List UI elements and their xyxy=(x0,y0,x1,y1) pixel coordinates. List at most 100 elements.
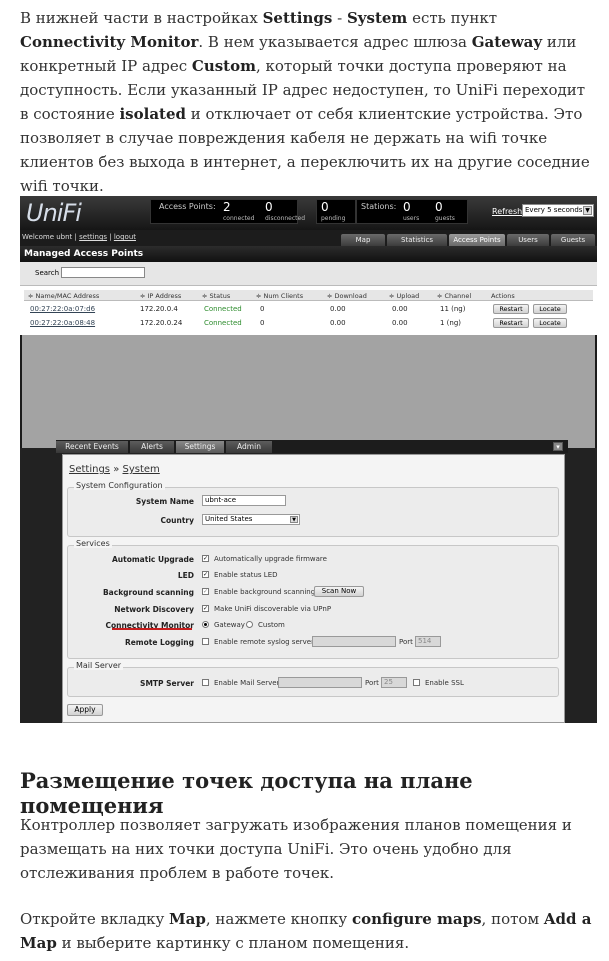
tab-statistics[interactable]: Statistics xyxy=(387,234,447,246)
guests-count: 0 xyxy=(435,200,443,214)
remote-logging-text: Enable remote syslog server xyxy=(214,638,314,646)
country-label: Country xyxy=(160,516,194,525)
scan-now-button[interactable]: Scan Now xyxy=(314,586,364,597)
breadcrumb-separator: » xyxy=(110,464,123,475)
col-upload[interactable]: ≑ Upload xyxy=(389,292,419,300)
restart-button[interactable]: Restart xyxy=(493,304,529,314)
restart-button[interactable]: Restart xyxy=(493,318,529,328)
ssl-checkbox[interactable] xyxy=(413,679,420,686)
refresh-interval-value: Every 5 seconds xyxy=(525,206,583,214)
breadcrumb-settings[interactable]: Settings xyxy=(69,464,110,475)
access-points-table: ≑ Name/MAC Address ≑ IP Address ≑ Status… xyxy=(24,290,593,335)
ap-mac-link[interactable]: 00:27:22:0a:08:48 xyxy=(30,319,95,327)
search-label: Search xyxy=(35,269,60,277)
nav-bar: Welcome ubnt | settings | logout Map Sta… xyxy=(20,230,597,246)
tab-map[interactable]: Map xyxy=(341,234,385,246)
system-configuration-title: System Configuration xyxy=(74,481,165,490)
remote-logging-label: Remote Logging xyxy=(124,638,194,647)
automatic-upgrade-label: Automatic Upgrade xyxy=(111,555,194,564)
ap-ip: 172.20.0.4 xyxy=(140,305,178,313)
ap-status: Connected xyxy=(204,305,242,313)
led-checkbox[interactable]: ✓ xyxy=(202,571,209,578)
tab-settings[interactable]: Settings xyxy=(176,441,224,453)
search-bar: Search xyxy=(20,262,597,286)
ap-download: 0.00 xyxy=(330,305,346,313)
background-scanning-text: Enable background scanning xyxy=(214,588,316,596)
chevron-down-icon: ▼ xyxy=(290,516,298,523)
background-scanning-checkbox[interactable]: ✓ xyxy=(202,588,209,595)
syslog-server-input[interactable] xyxy=(312,636,396,647)
access-points-stats: Access Points: 2 connected 0 disconnecte… xyxy=(150,199,305,224)
automatic-upgrade-text: Automatically upgrade firmware xyxy=(214,555,327,563)
system-configuration-group: System Configuration System Name ubnt-ac… xyxy=(67,481,559,537)
ap-upload: 0.00 xyxy=(392,305,408,313)
disconnected-label: disconnected xyxy=(265,215,306,222)
gateway-radio-label: Gateway xyxy=(214,621,245,629)
col-download[interactable]: ≑ Download xyxy=(327,292,367,300)
smtp-server-label: SMTP Server xyxy=(140,679,194,688)
tab-admin[interactable]: Admin xyxy=(226,441,272,453)
pending-label: pending xyxy=(321,215,346,222)
smtp-server-checkbox[interactable] xyxy=(202,679,209,686)
connectivity-monitor-highlight xyxy=(112,628,192,630)
refresh-interval-select[interactable]: Every 5 seconds ▼ xyxy=(522,204,594,217)
custom-radio-label: Custom xyxy=(258,621,285,629)
managed-ap-title: Managed Access Points xyxy=(24,249,144,259)
logout-link[interactable]: logout xyxy=(114,233,136,241)
search-input[interactable] xyxy=(61,267,145,278)
stations-label: Stations: xyxy=(361,202,397,211)
remote-logging-checkbox[interactable] xyxy=(202,638,209,645)
breadcrumb-system[interactable]: System xyxy=(123,464,160,475)
disconnected-count: 0 xyxy=(265,200,273,214)
col-ip[interactable]: ≑ IP Address xyxy=(140,292,181,300)
tab-access-points[interactable]: Access Points xyxy=(449,234,505,246)
mail-server-title: Mail Server xyxy=(74,661,124,670)
country-value: United States xyxy=(205,515,253,523)
smtp-server-input[interactable] xyxy=(278,677,362,688)
automatic-upgrade-checkbox[interactable]: ✓ xyxy=(202,555,209,562)
tab-recent-events[interactable]: Recent Events xyxy=(56,441,128,453)
tab-users[interactable]: Users xyxy=(507,234,549,246)
network-discovery-checkbox[interactable]: ✓ xyxy=(202,605,209,612)
ap-clients: 0 xyxy=(260,305,265,313)
ap-channel: 11 (ng) xyxy=(440,305,466,313)
table-row: 00:27:22:0a:07:d6 172.20.0.4 Connected 0… xyxy=(24,302,593,316)
ap-mac-link[interactable]: 00:27:22:0a:07:d6 xyxy=(30,305,95,313)
syslog-port-input[interactable]: 514 xyxy=(415,636,441,647)
smtp-port-input[interactable]: 25 xyxy=(381,677,407,688)
connected-count: 2 xyxy=(223,200,231,214)
guests-label: guests xyxy=(435,215,455,222)
breadcrumb: Settings » System xyxy=(69,464,160,475)
locate-button[interactable]: Locate xyxy=(533,318,567,328)
custom-radio[interactable] xyxy=(246,621,253,628)
pending-count: 0 xyxy=(321,200,329,214)
table-row: 00:27:22:0a:08:48 172.20.0.24 Connected … xyxy=(24,316,593,330)
system-name-label: System Name xyxy=(135,497,194,506)
tab-guests[interactable]: Guests xyxy=(551,234,595,246)
system-name-input[interactable]: ubnt-ace xyxy=(202,495,286,506)
panel-tab-bar: Recent Events Alerts Settings Admin xyxy=(56,440,568,453)
locate-button[interactable]: Locate xyxy=(533,304,567,314)
maps-instructions-paragraph: Откройте вкладку Map, нажмете кнопку con… xyxy=(20,910,592,952)
panel-toggle-icon[interactable]: ▾ xyxy=(553,442,563,451)
section-heading: Размещение точек доступа на плане помеще… xyxy=(20,768,473,818)
col-status[interactable]: ≑ Status xyxy=(202,292,230,300)
col-num-clients[interactable]: ≑ Num Clients xyxy=(256,292,303,300)
syslog-port-label: Port xyxy=(399,638,413,646)
chevron-down-icon: ▼ xyxy=(583,206,592,215)
table-header: ≑ Name/MAC Address ≑ IP Address ≑ Status… xyxy=(24,290,593,301)
apply-button[interactable]: Apply xyxy=(67,704,103,716)
settings-panel: Settings » System System Configuration S… xyxy=(62,454,565,723)
ap-channel: 1 (ng) xyxy=(440,319,462,327)
col-name-mac[interactable]: ≑ Name/MAC Address xyxy=(28,292,99,300)
welcome-text: Welcome ubnt | xyxy=(22,233,77,241)
tab-alerts[interactable]: Alerts xyxy=(130,441,174,453)
network-discovery-text: Make UniFi discoverable via UPnP xyxy=(214,605,332,613)
refresh-link[interactable]: Refresh xyxy=(492,207,522,216)
welcome-bar: Welcome ubnt | settings | logout xyxy=(22,233,136,241)
country-select[interactable]: United States ▼ xyxy=(202,514,300,525)
settings-link[interactable]: settings xyxy=(79,233,107,241)
col-channel[interactable]: ≑ Channel xyxy=(437,292,471,300)
gateway-radio[interactable] xyxy=(202,621,209,628)
background-scanning-label: Background scanning xyxy=(102,588,194,597)
